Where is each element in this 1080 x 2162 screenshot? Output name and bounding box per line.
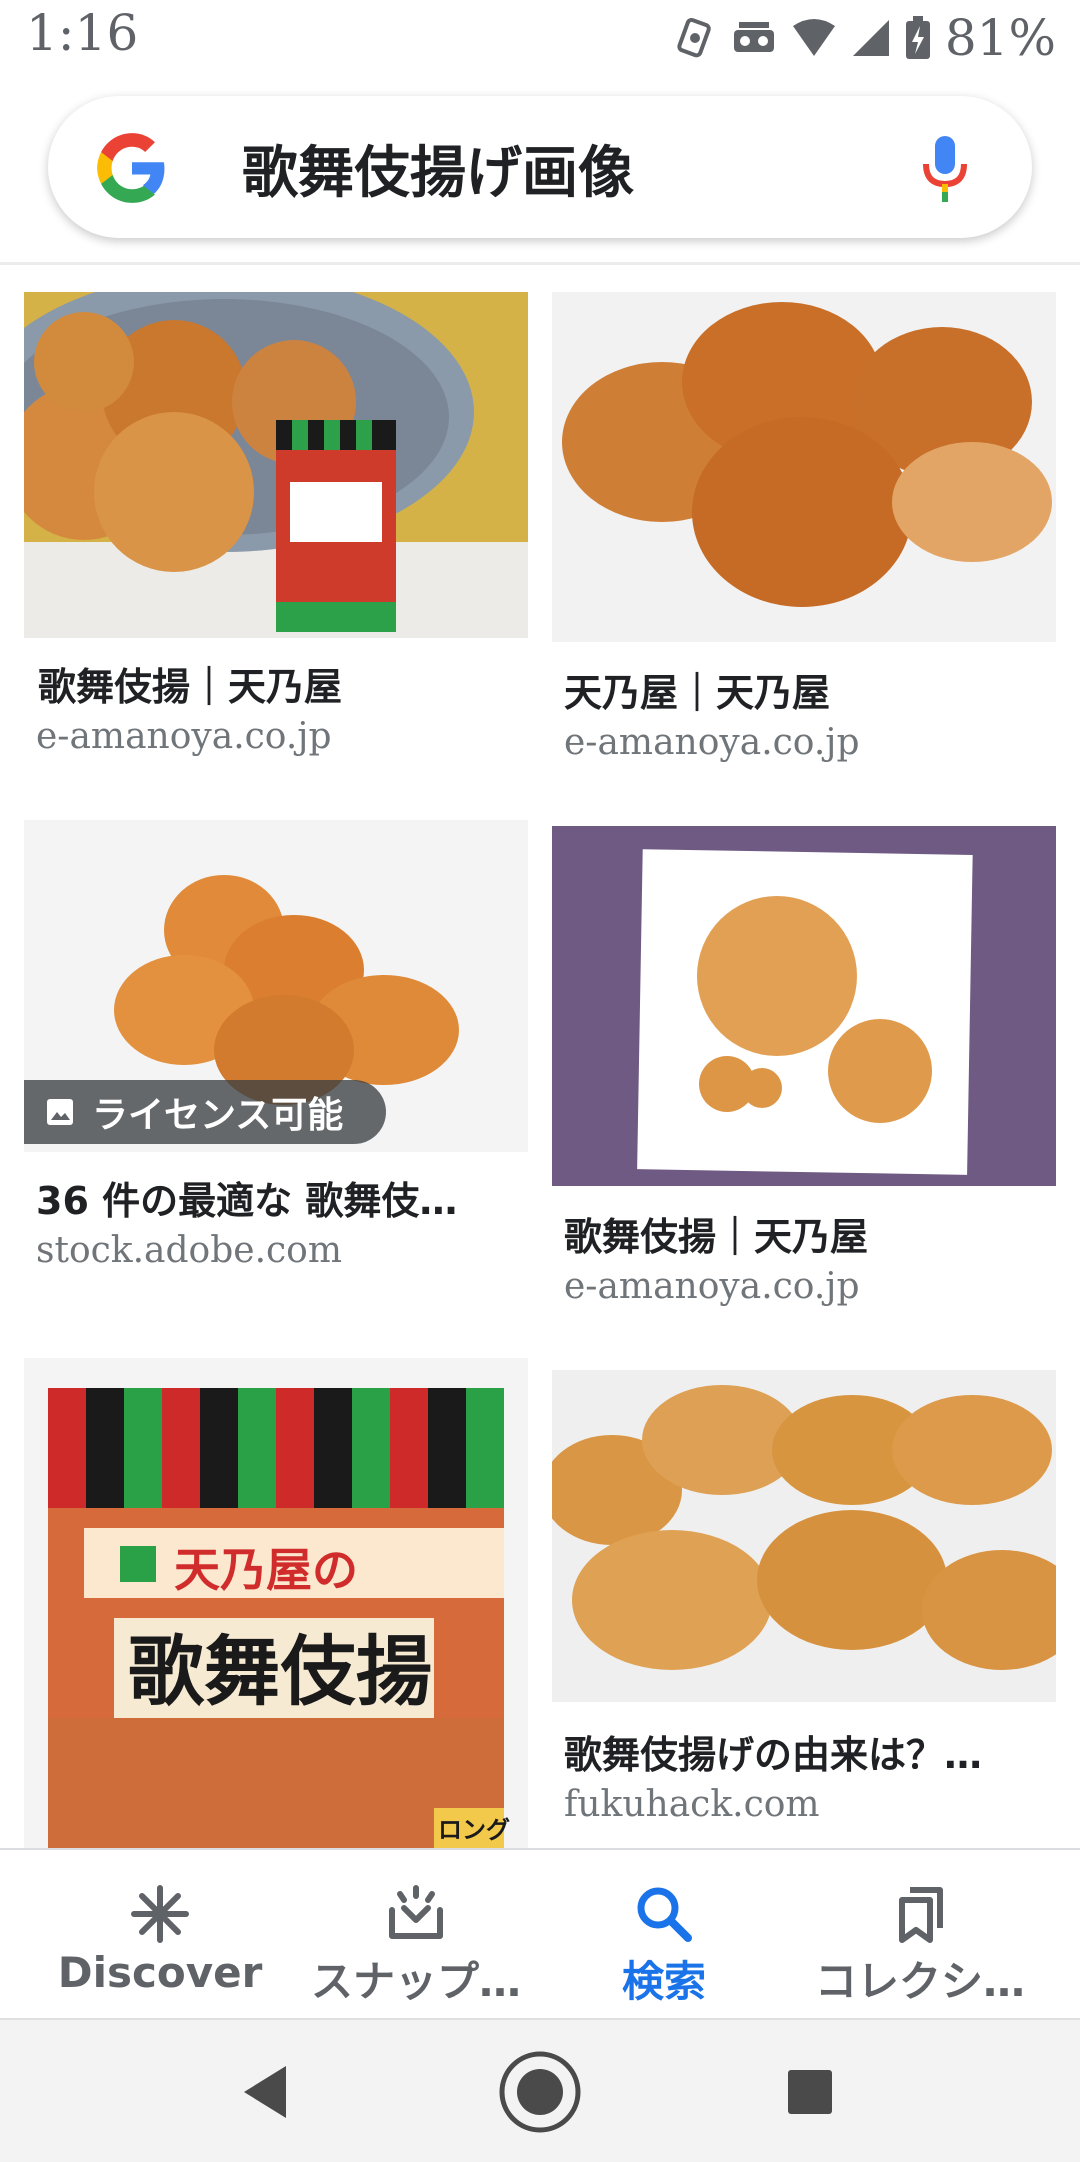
nav-collections[interactable]: コレクシ… xyxy=(800,1850,1040,2020)
search-divider xyxy=(0,262,1080,265)
mic-icon[interactable] xyxy=(920,136,970,202)
google-logo-icon xyxy=(97,133,165,203)
nav-search-label: 検索 xyxy=(621,1957,706,2006)
nav-discover[interactable]: Discover xyxy=(40,1850,280,2020)
nfc-icon xyxy=(677,17,711,58)
nav-snapshot[interactable]: スナップ… xyxy=(296,1850,536,2020)
search-bar[interactable]: 歌舞伎揚げ画像 xyxy=(48,96,1032,238)
result-2-title[interactable]: 天乃屋｜天乃屋 xyxy=(564,662,830,717)
kabukiage-package-image: 天乃屋の 歌舞伎揚 ロング xyxy=(24,1358,528,1848)
result-1-source: e-amanoya.co.jp xyxy=(36,716,332,757)
image-icon xyxy=(47,1099,73,1125)
status-time: 1:16 xyxy=(26,4,139,62)
result-4-title[interactable]: 歌舞伎揚｜天乃屋 xyxy=(564,1206,868,1261)
recent-apps-icon[interactable] xyxy=(786,2068,834,2116)
search-query[interactable]: 歌舞伎揚げ画像 xyxy=(242,128,634,209)
result-4-image[interactable] xyxy=(552,826,1056,1186)
nav-collections-label: コレクシ… xyxy=(814,1957,1025,2006)
status-icons: 81% xyxy=(673,8,1056,68)
nav-search[interactable]: 検索 xyxy=(544,1850,784,2020)
package-product: 歌舞伎揚 xyxy=(128,1627,432,1716)
result-3-image[interactable]: ライセンス可能 xyxy=(24,820,528,1152)
result-1-image[interactable] xyxy=(24,292,528,638)
rice-crackers-image xyxy=(552,292,1056,642)
result-2-source: e-amanoya.co.jp xyxy=(564,722,860,763)
result-1-title[interactable]: 歌舞伎揚｜天乃屋 xyxy=(38,656,342,711)
rice-crackers-closeup-image xyxy=(552,1370,1056,1702)
result-6-source: fukuhack.com xyxy=(564,1784,820,1825)
license-badge: ライセンス可能 xyxy=(24,1080,386,1144)
nav-discover-label: Discover xyxy=(57,1948,263,1997)
vr-icon xyxy=(733,22,774,52)
result-4-source: e-amanoya.co.jp xyxy=(564,1266,860,1307)
rice-crackers-package-image xyxy=(24,292,528,638)
result-6-title[interactable]: 歌舞伎揚げの由来は？… xyxy=(564,1724,982,1779)
nav-snapshot-label: スナップ… xyxy=(310,1957,521,2006)
result-6-image[interactable] xyxy=(552,1370,1056,1702)
result-5-image[interactable]: 天乃屋の 歌舞伎揚 ロング xyxy=(24,1358,528,1848)
status-bar: 1:16 81% xyxy=(0,0,1080,76)
result-3-title[interactable]: 36 件の最適な 歌舞伎… xyxy=(36,1170,457,1225)
wifi-icon xyxy=(792,19,835,56)
back-icon[interactable] xyxy=(240,2064,290,2120)
battery-icon xyxy=(905,16,930,59)
rice-crackers-plate-image xyxy=(552,826,1056,1186)
snapshot-tray-icon xyxy=(389,1885,443,1939)
cellular-icon xyxy=(852,20,889,56)
result-3-source: stock.adobe.com xyxy=(36,1230,342,1271)
home-icon[interactable] xyxy=(496,2048,584,2136)
system-navigation-bar xyxy=(0,2018,1080,2162)
battery-percent: 81% xyxy=(944,9,1056,67)
search-icon xyxy=(637,1887,692,1942)
package-brand: 天乃屋の xyxy=(174,1543,358,1597)
license-badge-label: ライセンス可能 xyxy=(92,1095,344,1136)
asterisk-icon xyxy=(131,1885,189,1943)
collections-icon xyxy=(899,1887,943,1943)
bottom-navigation: Discover スナップ… 検索 コレクシ… xyxy=(0,1848,1080,2020)
result-2-image[interactable] xyxy=(552,292,1056,642)
package-small-label: ロング xyxy=(438,1816,510,1844)
